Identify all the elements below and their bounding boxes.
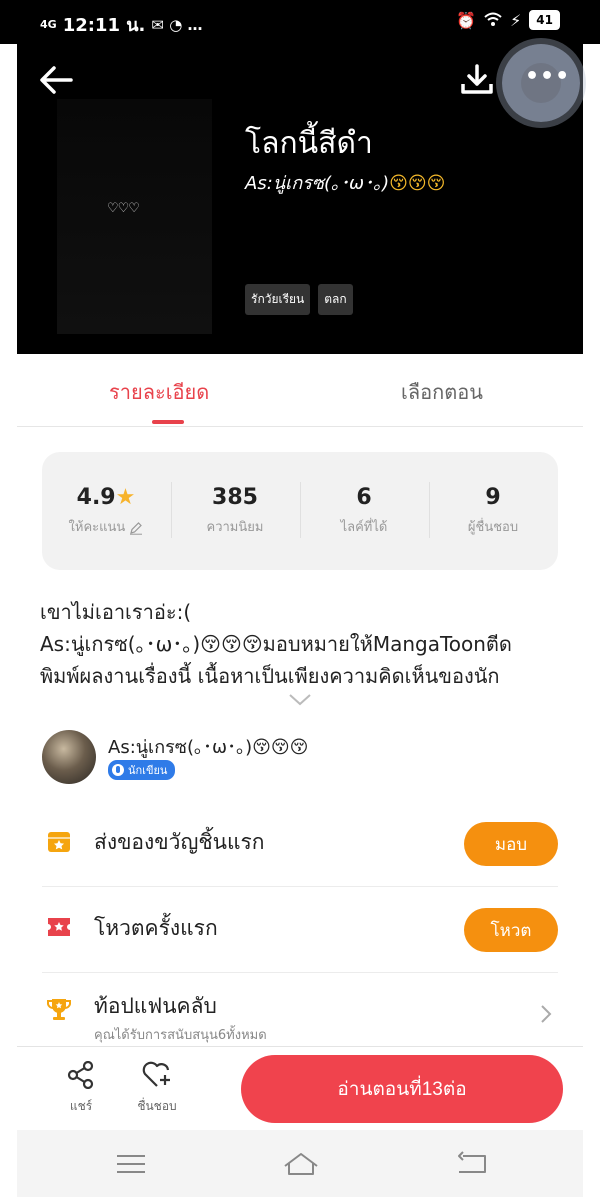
trophy-icon bbox=[47, 999, 71, 1020]
tab-episodes[interactable]: เลือกตอน bbox=[401, 376, 483, 408]
back-button[interactable] bbox=[37, 62, 77, 98]
vote-button[interactable]: โหวต bbox=[464, 908, 558, 952]
share-icon bbox=[67, 1060, 94, 1090]
description-line: พิมพ์ผลงานเรื่องนี้ เนื้อหาเป็นเพียงความ… bbox=[40, 664, 500, 688]
status-left: 4G 12:11 น. ✉ ◔ … bbox=[40, 10, 203, 39]
heart-plus-icon bbox=[142, 1061, 170, 1087]
stat-rating[interactable]: 4.9★ ให้คะแนน bbox=[42, 485, 170, 537]
writer-badge-icon bbox=[112, 764, 124, 776]
download-button[interactable] bbox=[457, 62, 497, 98]
more-options-button[interactable]: ••• bbox=[502, 44, 580, 122]
stat-likes-value: 6 bbox=[356, 485, 372, 510]
stat-popularity-label: ความนิยม bbox=[206, 520, 264, 535]
stat-popularity-value: 385 bbox=[212, 485, 258, 510]
writer-badge: นักเขียน bbox=[108, 760, 176, 780]
top-fans-subtitle: คุณได้รับการสนับสนุน6ทั้งหมด bbox=[94, 1028, 267, 1043]
stat-fans: 9 ผู้ชื่นชอบ bbox=[429, 485, 557, 537]
chevron-down-icon bbox=[289, 694, 311, 706]
status-time: 12:11 น. bbox=[62, 15, 146, 36]
nav-home-button[interactable] bbox=[281, 1150, 321, 1178]
favorite-label: ชื่นชอบ bbox=[137, 1099, 177, 1113]
gift-row: ส่งของขวัญชิ้นแรก มอบ bbox=[42, 800, 558, 887]
description-line: As:นู่เกรซ(｡･ω･｡)😚😚😚มอบหมายให้MangaToonต… bbox=[40, 632, 512, 656]
continue-reading-button[interactable]: อ่านตอนที่13ต่อ bbox=[241, 1055, 563, 1123]
writer-badge-label: นักเขียน bbox=[128, 764, 168, 777]
author-row[interactable]: As:นู่เกรซ(｡･ω･｡)😚😚😚 นักเขียน bbox=[42, 728, 562, 784]
pencil-icon bbox=[130, 521, 143, 535]
menu-icon bbox=[117, 1155, 145, 1173]
chevron-right-icon bbox=[541, 1005, 552, 1023]
status-right: ⏰ ⚡ 41 bbox=[456, 10, 560, 30]
star-icon: ★ bbox=[115, 485, 136, 510]
give-gift-button[interactable]: มอบ bbox=[464, 822, 558, 866]
charging-icon: ⚡ bbox=[510, 10, 522, 30]
author-line-emoji: 😚😚😚 bbox=[389, 173, 446, 194]
comic-description: เขาไม่เอาเราอ่ะ:( As:นู่เกรซ(｡･ω･｡)😚😚😚มอ… bbox=[40, 596, 570, 692]
top-fans-title: ท้อปแฟนคลับ bbox=[94, 994, 217, 1018]
comic-title: โลกนี้สีดำ bbox=[245, 126, 373, 161]
back-icon bbox=[458, 1151, 486, 1173]
gift-text: ส่งของขวัญชิ้นแรก bbox=[94, 830, 265, 854]
detail-tabs: รายละเอียด เลือกตอน bbox=[17, 354, 583, 427]
tag-romance-school[interactable]: รักวัยเรียน bbox=[245, 284, 311, 315]
expand-description-button[interactable] bbox=[288, 692, 312, 706]
download-icon bbox=[461, 64, 493, 94]
vote-text: โหวตครั้งแรก bbox=[94, 916, 218, 940]
avatar[interactable] bbox=[42, 730, 96, 784]
bottom-action-bar: แชร์ ชื่นชอบ อ่านตอนที่13ต่อ bbox=[17, 1046, 583, 1131]
active-tab-indicator bbox=[152, 420, 184, 424]
stats-card: 4.9★ ให้คะแนน 385 ความนิยม 6 ไลค์ที่ได้ … bbox=[42, 452, 558, 570]
stat-rating-label: ให้คะแนน bbox=[68, 520, 126, 535]
favorite-button[interactable]: ชื่นชอบ bbox=[127, 1061, 187, 1116]
stat-likes: 6 ไลค์ที่ได้ bbox=[300, 485, 428, 537]
status-bar: 4G 12:11 น. ✉ ◔ … ⏰ ⚡ 41 bbox=[0, 0, 600, 44]
author-line-name: As:นู่เกรซ(｡･ω･｡) bbox=[245, 173, 390, 194]
stat-popularity: 385 ความนิยม bbox=[171, 485, 299, 537]
tag-comedy[interactable]: ตลก bbox=[318, 284, 353, 315]
more-dots-icon: ••• bbox=[525, 64, 571, 89]
genre-tags: รักวัยเรียน ตลก bbox=[245, 284, 353, 315]
system-nav-bar bbox=[17, 1130, 583, 1197]
nav-menu-button[interactable] bbox=[111, 1150, 151, 1178]
description-line: เขาไม่เอาเราอ่ะ:( bbox=[40, 600, 192, 624]
arrow-left-icon bbox=[40, 66, 73, 94]
battery-icon: 41 bbox=[529, 10, 560, 30]
nav-back-button[interactable] bbox=[453, 1150, 493, 1178]
ticket-icon bbox=[48, 918, 70, 936]
notification-icons: ✉ ◔ … bbox=[151, 15, 203, 34]
comic-hero: ♡♡♡ ••• โลกนี้สีดำ As:นู่เกรซ(｡･ω･｡)😚😚😚 … bbox=[17, 44, 583, 354]
stat-rating-value: 4.9 bbox=[76, 485, 116, 510]
share-button[interactable]: แชร์ bbox=[51, 1060, 111, 1116]
stat-fans-label: ผู้ชื่นชอบ bbox=[467, 520, 519, 535]
top-fans-row[interactable]: ท้อปแฟนคลับ คุณได้รับการสนับสนุน6ทั้งหมด bbox=[42, 972, 558, 1046]
comic-author-line: As:นู่เกรซ(｡･ω･｡)😚😚😚 bbox=[245, 168, 445, 197]
stat-fans-value: 9 bbox=[485, 485, 501, 510]
comic-cover: ♡♡♡ bbox=[57, 99, 212, 334]
vote-row: โหวตครั้งแรก โหวต bbox=[42, 886, 558, 973]
author-name: As:นู่เกรซ(｡･ω･｡)😚😚😚 bbox=[108, 737, 309, 758]
stat-likes-label: ไลค์ที่ได้ bbox=[340, 520, 388, 535]
stat-rating-label-row: ให้คะแนน bbox=[42, 516, 170, 537]
share-label: แชร์ bbox=[69, 1099, 93, 1113]
stat-rating-value-row: 4.9★ bbox=[42, 485, 170, 510]
wifi-icon bbox=[484, 11, 502, 30]
tab-details[interactable]: รายละเอียด bbox=[109, 376, 209, 408]
gift-icon bbox=[48, 832, 70, 852]
cover-hearts: ♡♡♡ bbox=[107, 201, 140, 216]
alarm-icon: ⏰ bbox=[456, 10, 477, 30]
network-indicator: 4G bbox=[40, 17, 57, 31]
home-icon bbox=[284, 1153, 318, 1175]
